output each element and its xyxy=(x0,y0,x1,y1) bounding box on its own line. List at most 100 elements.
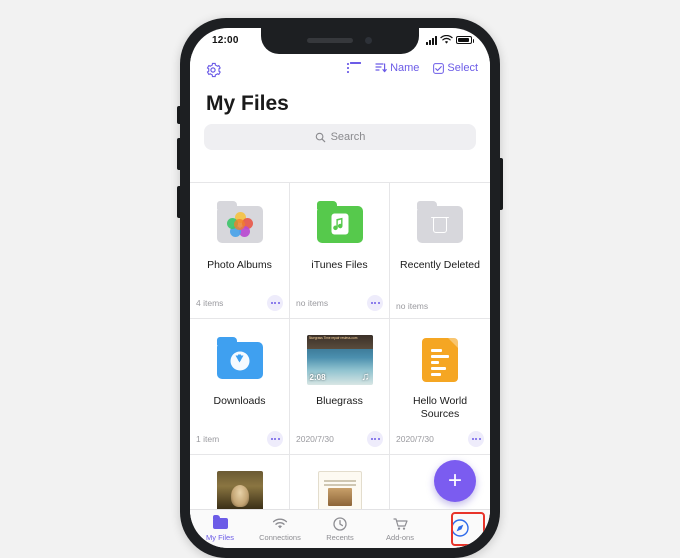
file-item-itunes-files[interactable]: iTunes Files no items xyxy=(290,183,390,318)
file-grid-row: Downloads 1 item Bluegrass Time repair r… xyxy=(190,318,490,454)
more-options-icon[interactable] xyxy=(367,295,383,311)
search-input[interactable]: Search xyxy=(204,124,476,150)
file-thumbnail xyxy=(294,195,385,253)
list-view-icon[interactable] xyxy=(347,62,362,74)
search-icon xyxy=(315,132,325,142)
page-title: My Files xyxy=(206,92,289,115)
file-meta-text: no items xyxy=(396,301,429,311)
file-meta: 4 items xyxy=(196,295,283,311)
file-name: Hello World Sources xyxy=(412,395,468,420)
status-time: 12:00 xyxy=(212,35,239,46)
file-meta: 2020/7/30 xyxy=(296,431,383,447)
tab-add-ons[interactable]: Add-ons xyxy=(370,510,430,548)
trash-can-icon xyxy=(433,216,447,233)
battery-icon xyxy=(456,36,474,44)
select-label: Select xyxy=(447,62,478,74)
search-placeholder: Search xyxy=(330,131,366,143)
file-item-book[interactable] xyxy=(290,455,390,514)
file-item-bluegrass[interactable]: Bluegrass Time repair resiess.com 2:08 ♫… xyxy=(290,319,390,454)
front-camera-icon xyxy=(365,37,372,44)
tab-label: Add-ons xyxy=(386,533,414,542)
status-indicators xyxy=(426,35,474,45)
page-fold-icon xyxy=(448,338,458,348)
tab-label: My Files xyxy=(206,533,234,542)
book-illustration xyxy=(327,488,352,506)
music-note-icon: ♫ xyxy=(361,371,370,383)
file-thumbnail: Bluegrass Time repair resiess.com 2:08 ♫ xyxy=(294,331,385,389)
sort-by-name-button[interactable]: Name xyxy=(375,62,419,74)
file-item-photo-albums[interactable]: Photo Albums 4 items xyxy=(190,183,290,318)
add-button[interactable]: + xyxy=(434,460,476,502)
photos-flower-icon xyxy=(226,211,253,238)
notch xyxy=(261,28,419,54)
app-header: Name Select My Files Search xyxy=(190,54,490,160)
cart-icon xyxy=(392,516,408,531)
sort-label: Name xyxy=(390,62,420,74)
tab-connections[interactable]: Connections xyxy=(250,510,310,548)
checkbox-icon xyxy=(433,62,445,74)
itunes-folder-icon xyxy=(316,200,363,243)
toolbar-actions: Name Select xyxy=(347,62,478,74)
earpiece-speaker xyxy=(307,38,353,43)
document-lines-icon xyxy=(431,349,449,379)
wifi-icon xyxy=(440,35,453,44)
tab-bar: My Files Connections Recents Add-ons xyxy=(190,509,490,548)
file-meta-text: 2020/7/30 xyxy=(396,434,434,444)
itunes-badge-icon xyxy=(331,213,348,235)
trash-folder-icon xyxy=(417,200,463,243)
file-meta: no items xyxy=(296,295,383,311)
phone-frame: 12:00 Name Select My Files Search Photo … xyxy=(177,18,503,558)
folder-icon xyxy=(212,515,228,531)
toolbar: Name Select xyxy=(190,54,490,88)
cellular-signal-icon xyxy=(426,35,437,45)
file-meta: 2020/7/30 xyxy=(396,431,484,447)
video-thumb-text: Bluegrass Time repair resiess.com xyxy=(308,336,358,340)
file-name: Photo Albums xyxy=(207,259,272,271)
tab-recents[interactable]: Recents xyxy=(310,510,370,548)
file-item-downloads[interactable]: Downloads 1 item xyxy=(190,319,290,454)
file-meta-text: 1 item xyxy=(196,434,220,444)
more-options-icon[interactable] xyxy=(267,295,283,311)
image-thumbnail-icon xyxy=(216,471,263,514)
more-options-icon[interactable] xyxy=(367,431,383,447)
file-meta-text: 4 items xyxy=(196,298,224,308)
video-thumbnail-icon: Bluegrass Time repair resiess.com 2:08 ♫ xyxy=(306,335,373,385)
video-duration: 2:08 xyxy=(309,373,326,382)
file-name: iTunes Files xyxy=(311,259,368,271)
file-meta: 1 item xyxy=(196,431,283,447)
silent-switch[interactable] xyxy=(177,106,180,124)
gear-icon[interactable] xyxy=(204,61,222,79)
file-thumbnail xyxy=(394,195,486,253)
book-thumbnail-icon xyxy=(317,471,362,514)
downloads-folder-icon xyxy=(216,336,263,379)
file-thumbnail xyxy=(294,467,385,514)
file-item-image[interactable] xyxy=(190,455,290,514)
file-meta: no items xyxy=(396,301,484,311)
volume-down-button[interactable] xyxy=(177,186,180,218)
tab-my-files[interactable]: My Files xyxy=(190,510,250,548)
file-name: Downloads xyxy=(213,395,266,407)
file-thumbnail xyxy=(194,467,285,514)
add-icon: + xyxy=(447,467,462,494)
numbers-document-icon xyxy=(422,338,458,382)
select-button[interactable]: Select xyxy=(433,62,478,74)
file-meta-text: no items xyxy=(296,298,329,308)
file-name: Recently Deleted xyxy=(400,259,480,271)
more-options-icon[interactable] xyxy=(267,431,283,447)
download-arrow-icon xyxy=(230,351,249,371)
file-grid-row: Photo Albums 4 items iTunes Files no ite… xyxy=(190,182,490,318)
file-item-recently-deleted[interactable]: Recently Deleted no items xyxy=(390,183,490,318)
clock-icon xyxy=(333,516,347,531)
file-name: Bluegrass xyxy=(316,395,363,407)
file-item-hello-world-sources[interactable]: Hello World Sources 2020/7/30 xyxy=(390,319,490,454)
file-meta-text: 2020/7/30 xyxy=(296,434,334,444)
sort-descending-icon xyxy=(375,63,387,73)
highlight-box xyxy=(451,512,485,546)
book-lines xyxy=(323,480,356,488)
file-thumbnail xyxy=(194,195,285,253)
tab-label: Recents xyxy=(326,533,354,542)
file-thumbnail xyxy=(394,331,486,389)
more-options-icon[interactable] xyxy=(468,431,484,447)
wifi-icon xyxy=(272,516,288,531)
tab-label: Connections xyxy=(259,533,301,542)
